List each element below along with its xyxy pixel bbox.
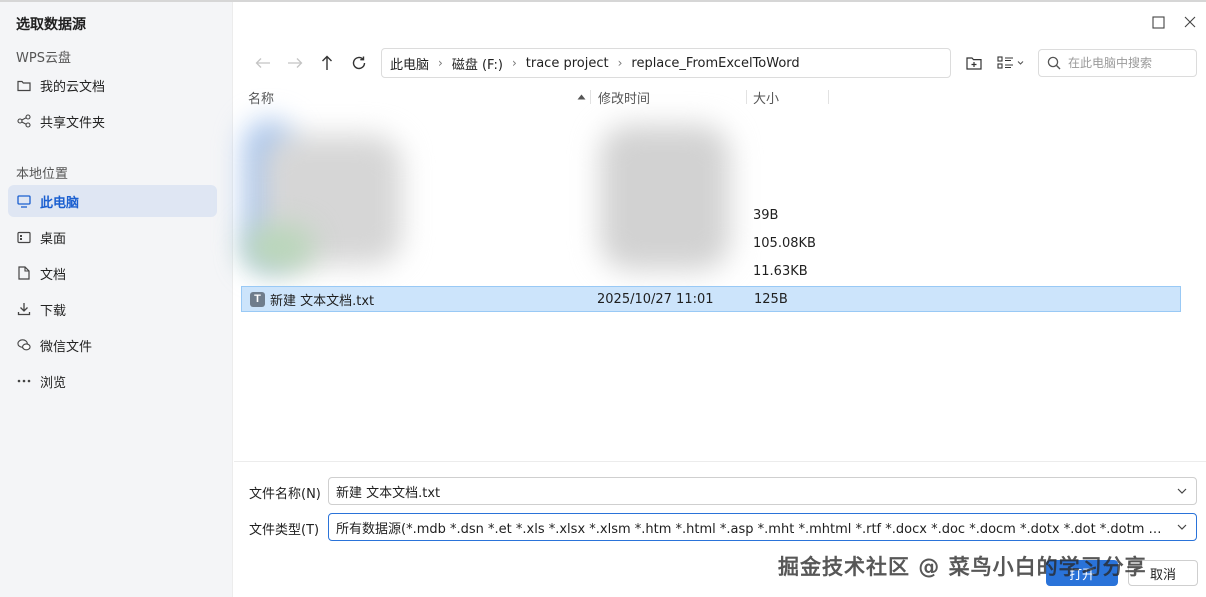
sidebar-item-label: 微信文件 [40,339,93,355]
filetype-value: 所有数据源(*.mdb *.dsn *.et *.xls *.xlsx *.xl… [336,521,1168,537]
sort-ascending-icon [577,88,586,106]
search-input[interactable] [1068,56,1188,70]
maximize-icon [1151,15,1165,29]
file-row-selected[interactable]: T 新建 文本文档.txt 2025/10/27 11:01 125B [241,286,1181,312]
desktop-icon [17,230,31,244]
file-size: 125B [754,291,788,307]
file-modified: 2025/10/27 11:01 [597,291,714,307]
sidebar-item-label: 此电脑 [40,195,80,211]
sidebar-section-local: 本地位置 [16,167,69,182]
watermark: 掘金技术社区 @ 菜鸟小白的学习分享 [778,555,1147,579]
sidebar-item-label: 共享文件夹 [40,115,106,131]
file-row[interactable]: 11.63KB [241,258,1181,284]
column-header-size[interactable]: 大小 [753,88,779,107]
sidebar-item-downloads[interactable]: 下载 [8,293,217,325]
filename-label: 文件名称(N) [249,487,321,502]
filetype-label: 文件类型(T) [249,523,320,538]
arrow-left-icon [255,58,270,68]
sidebar: 选取数据源 WPS云盘 我的云文档 共享文件夹 本地位置 此电脑 桌面 文档 下… [0,2,233,597]
filename-field[interactable]: 新建 文本文档.txt [328,477,1197,505]
chevron-down-icon[interactable] [1177,486,1187,496]
breadcrumb-disk-f[interactable]: 磁盘 (F:) [452,54,503,73]
sidebar-item-browse[interactable]: 浏览 [8,365,217,397]
more-icon [17,374,31,388]
up-button[interactable] [316,52,338,74]
sidebar-item-my-cloud-docs[interactable]: 我的云文档 [8,69,217,101]
text-file-icon: T [250,291,265,307]
file-row[interactable]: 105.08KB [241,230,1181,256]
sidebar-item-desktop[interactable]: 桌面 [8,221,217,253]
chevron-down-icon[interactable] [1177,522,1187,532]
new-folder-button[interactable] [965,52,983,74]
file-name: 新建 文本文档.txt [270,293,375,309]
divider [234,461,1206,462]
refresh-button[interactable] [348,52,370,74]
file-size: 105.08KB [753,235,816,251]
chevron-right-icon: › [617,56,623,70]
forward-button[interactable] [284,52,306,74]
list-view-icon [997,56,1024,69]
sidebar-item-label: 桌面 [40,231,67,247]
document-icon [17,266,31,280]
arrow-up-icon [322,55,332,70]
folder-icon [17,78,31,92]
close-button[interactable] [1182,14,1198,30]
new-folder-icon [966,57,982,70]
search-icon [1047,56,1061,70]
column-header-name[interactable]: 名称 [248,88,274,107]
chevron-right-icon: › [511,56,517,70]
sidebar-item-label: 浏览 [40,375,67,391]
breadcrumb-trace-project[interactable]: trace project [526,56,609,71]
maximize-button[interactable] [1150,14,1166,30]
arrow-right-icon [288,58,303,68]
wechat-icon [17,338,31,352]
sidebar-item-wechat-files[interactable]: 微信文件 [8,329,217,361]
refresh-icon [352,56,366,70]
download-icon [17,302,31,316]
share-icon [17,114,31,128]
breadcrumb[interactable]: 此电脑 › 磁盘 (F:) › trace project › replace_… [381,48,951,78]
sidebar-item-label: 下载 [40,303,67,319]
chevron-right-icon: › [438,56,443,70]
column-divider[interactable] [828,90,829,104]
column-header-modified[interactable]: 修改时间 [598,88,650,107]
file-size: 11.63KB [753,263,808,279]
column-divider[interactable] [746,90,747,104]
sidebar-item-shared-folder[interactable]: 共享文件夹 [8,105,217,137]
sidebar-item-label: 文档 [40,267,67,283]
breadcrumb-this-pc[interactable]: 此电脑 [390,54,429,73]
file-row[interactable]: 39B [241,202,1181,228]
column-divider[interactable] [590,90,591,104]
file-size: 39B [753,207,779,223]
sidebar-section-cloud: WPS云盘 [16,51,71,66]
filename-value: 新建 文本文档.txt [336,485,441,501]
search-box[interactable] [1038,49,1197,77]
breadcrumb-current-folder[interactable]: replace_FromExcelToWord [631,56,799,71]
view-mode-button[interactable] [996,52,1026,74]
dialog-title: 选取数据源 [16,17,86,33]
filetype-select[interactable]: 所有数据源(*.mdb *.dsn *.et *.xls *.xlsx *.xl… [328,513,1197,541]
sidebar-item-documents[interactable]: 文档 [8,257,217,289]
sidebar-item-label: 我的云文档 [40,79,106,95]
sidebar-item-this-pc[interactable]: 此电脑 [8,185,217,217]
close-icon [1184,16,1196,28]
computer-icon [17,194,31,208]
back-button[interactable] [252,52,274,74]
